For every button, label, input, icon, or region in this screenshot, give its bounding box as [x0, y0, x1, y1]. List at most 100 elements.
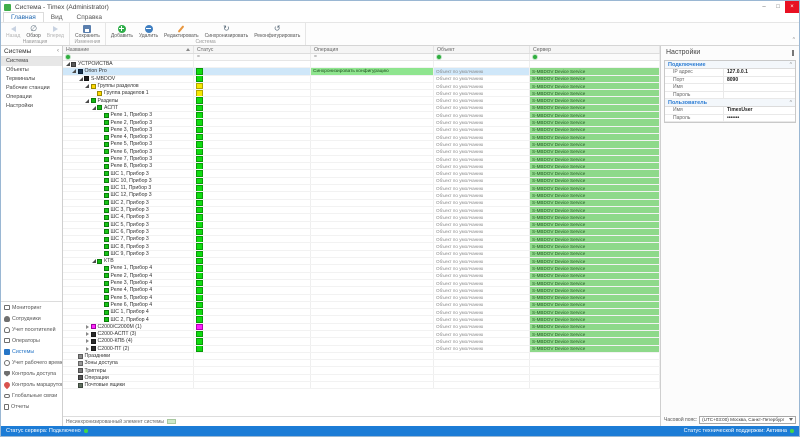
expander-expanded-icon[interactable]: [91, 106, 96, 110]
tree-row[interactable]: ШС 1, Прибор 3Объект по умолчаниюS-MBDOV…: [63, 170, 660, 177]
tree-row[interactable]: Группа разделов 1Объект по умолчаниюS-MB…: [63, 90, 660, 97]
maximize-button[interactable]: □: [771, 1, 785, 13]
column-header-Статус[interactable]: Статус: [194, 46, 311, 53]
ribbon-tab-3[interactable]: Справка: [70, 13, 110, 22]
pin-icon[interactable]: [792, 50, 794, 56]
ribbon-collapse-icon[interactable]: ^: [793, 38, 795, 43]
expander-collapsed-icon[interactable]: [85, 347, 90, 351]
settings-field-value[interactable]: [723, 84, 795, 91]
column-header-Объект[interactable]: Объект: [434, 46, 530, 53]
tree-row[interactable]: Реле 5, Прибор 4Объект по умолчаниюS-MBD…: [63, 295, 660, 302]
tree-row[interactable]: КТВОбъект по умолчаниюS-MBDOV Device Ser…: [63, 258, 660, 265]
ribbon-button[interactable]: Редактировать: [161, 24, 202, 39]
settings-field-value[interactable]: 8090: [723, 77, 795, 84]
expander-expanded-icon[interactable]: [72, 69, 77, 73]
sidebar-module-Контроль маршрутов[interactable]: Контроль маршрутов: [1, 379, 62, 390]
tree-row[interactable]: Реле 5, Прибор 3Объект по умолчаниюS-MBD…: [63, 141, 660, 148]
filter-cell-Сервер[interactable]: [530, 54, 660, 60]
expander-collapsed-icon[interactable]: [85, 325, 90, 329]
tree-row[interactable]: ШС 12, Прибор 3Объект по умолчаниюS-MBDO…: [63, 192, 660, 199]
tree-row[interactable]: ШС 9, Прибор 3Объект по умолчаниюS-MBDOV…: [63, 251, 660, 258]
tree-row[interactable]: С2000-АСПТ (3)Объект по умолчаниюS-MBDOV…: [63, 331, 660, 338]
tree-row[interactable]: ШС 10, Прибор 3Объект по умолчаниюS-MBDO…: [63, 178, 660, 185]
tree-row[interactable]: Реле 7, Прибор 3Объект по умолчаниюS-MBD…: [63, 156, 660, 163]
tree-row[interactable]: С2000-КПБ (4)Объект по умолчаниюS-MBDOV …: [63, 338, 660, 345]
expander-expanded-icon[interactable]: [65, 62, 70, 66]
ribbon-button[interactable]: ↺Реконфигурировать: [251, 24, 303, 39]
sidebar-module-Отчеты[interactable]: Отчеты: [1, 401, 62, 412]
tree-row[interactable]: ШС 11, Прибор 3Объект по умолчаниюS-MBDO…: [63, 185, 660, 192]
sidebar-module-Сотрудники[interactable]: Сотрудники: [1, 313, 62, 324]
tree-row[interactable]: РазделыОбъект по умолчаниюS-MBDOV Device…: [63, 97, 660, 104]
tree-row[interactable]: Реле 1, Прибор 4Объект по умолчаниюS-MBD…: [63, 265, 660, 272]
ribbon-button[interactable]: Сохранить: [72, 24, 103, 39]
tree-row[interactable]: Операции: [63, 375, 660, 382]
tree-row[interactable]: ШС 6, Прибор 3Объект по умолчаниюS-MBDOV…: [63, 229, 660, 236]
tree-row[interactable]: ШС 7, Прибор 3Объект по умолчаниюS-MBDOV…: [63, 236, 660, 243]
tree-row[interactable]: ШС 3, Прибор 3Объект по умолчаниюS-MBDOV…: [63, 207, 660, 214]
sidebar-module-Учет рабочего времени[interactable]: Учет рабочего времени: [1, 357, 62, 368]
tree-row[interactable]: УСТРОЙСТВА: [63, 61, 660, 68]
tree-row[interactable]: Реле 2, Прибор 4Объект по умолчаниюS-MBD…: [63, 273, 660, 280]
tree-row[interactable]: Триггеры: [63, 367, 660, 374]
filter-cell-Операция[interactable]: =: [311, 54, 434, 60]
ribbon-tab-1[interactable]: Главная: [3, 12, 44, 22]
tree-row[interactable]: ШС 4, Прибор 3Объект по умолчаниюS-MBDOV…: [63, 214, 660, 221]
tree-row[interactable]: Праздники: [63, 353, 660, 360]
tree-row[interactable]: АСПТОбъект по умолчаниюS-MBDOV Device Se…: [63, 105, 660, 112]
sidebar-module-Операторы[interactable]: Операторы: [1, 335, 62, 346]
minimize-button[interactable]: –: [757, 1, 771, 13]
expander-collapsed-icon[interactable]: [85, 339, 90, 343]
tree-row[interactable]: Реле 4, Прибор 4Объект по умолчаниюS-MBD…: [63, 287, 660, 294]
tree-row[interactable]: ШС 1, Прибор 4Объект по умолчаниюS-MBDOV…: [63, 309, 660, 316]
sidebar-module-Системы[interactable]: Системы: [1, 346, 62, 357]
settings-field-value[interactable]: 127.0.0.1: [723, 69, 795, 76]
tree-row[interactable]: С2000/С2000М (1)Объект по умолчаниюS-MBD…: [63, 324, 660, 331]
tree-row[interactable]: Группы разделовОбъект по умолчаниюS-MBDO…: [63, 83, 660, 90]
sidebar-item-Операции[interactable]: Операции: [1, 93, 62, 102]
tree-row[interactable]: Реле 8, Прибор 3Объект по умолчаниюS-MBD…: [63, 163, 660, 170]
ribbon-button[interactable]: Добавить: [108, 24, 136, 39]
tree-row[interactable]: Реле 3, Прибор 3Объект по умолчаниюS-MBD…: [63, 127, 660, 134]
ribbon-button[interactable]: Удалить: [136, 24, 161, 39]
sidebar-module-Мониторинг[interactable]: Мониторинг: [1, 302, 62, 313]
section-collapse-icon[interactable]: ^: [790, 100, 792, 106]
settings-field-value[interactable]: [723, 92, 795, 99]
tree-row[interactable]: ШС 2, Прибор 3Объект по умолчаниюS-MBDOV…: [63, 200, 660, 207]
expander-expanded-icon[interactable]: [85, 84, 90, 88]
tree-row[interactable]: Реле 3, Прибор 4Объект по умолчаниюS-MBD…: [63, 280, 660, 287]
tree-row[interactable]: ШС 2, Прибор 4Объект по умолчаниюS-MBDOV…: [63, 316, 660, 323]
filter-cell-Статус[interactable]: =: [194, 54, 311, 60]
column-header-Название[interactable]: Название: [63, 46, 194, 53]
close-button[interactable]: ×: [785, 1, 799, 13]
tree-row[interactable]: Почтовые ящики: [63, 382, 660, 389]
sidebar-collapse-icon[interactable]: ‹: [57, 48, 59, 54]
expander-expanded-icon[interactable]: [78, 77, 83, 81]
filter-cell-Название[interactable]: [63, 54, 194, 60]
settings-field-value[interactable]: •••••••: [723, 115, 795, 122]
expander-expanded-icon[interactable]: [85, 99, 90, 103]
filter-cell-Объект[interactable]: [434, 54, 530, 60]
section-collapse-icon[interactable]: ^: [790, 62, 792, 68]
ribbon-button[interactable]: Вперед: [44, 24, 67, 39]
ribbon-button[interactable]: ↻Синхронизировать: [202, 24, 252, 39]
tree-row[interactable]: Orion ProСинхронизировать конфигурациюОб…: [63, 68, 660, 75]
expander-expanded-icon[interactable]: [91, 259, 96, 263]
tree-row[interactable]: С2000-ПТ (2)Объект по умолчаниюS-MBDOV D…: [63, 346, 660, 353]
sidebar-module-Учет посетителей[interactable]: Учет посетителей: [1, 324, 62, 335]
tree-row[interactable]: Зоны доступа: [63, 360, 660, 367]
ribbon-button[interactable]: ∅Обзор: [23, 24, 43, 39]
tree-row[interactable]: ШС 8, Прибор 3Объект по умолчаниюS-MBDOV…: [63, 243, 660, 250]
tree-row[interactable]: S-MBDOVОбъект по умолчаниюS-MBDOV Device…: [63, 76, 660, 83]
tree-row[interactable]: Реле 4, Прибор 3Объект по умолчаниюS-MBD…: [63, 134, 660, 141]
tree-row[interactable]: Реле 2, Прибор 3Объект по умолчаниюS-MBD…: [63, 119, 660, 126]
timezone-select[interactable]: (UTC+03:00) Москва, Санкт-Петербург: [699, 416, 796, 424]
sidebar-module-Глобальные связи[interactable]: Глобальные связи: [1, 390, 62, 401]
tree-row[interactable]: Реле 6, Прибор 4Объект по умолчаниюS-MBD…: [63, 302, 660, 309]
tree-row[interactable]: ШС 5, Прибор 3Объект по умолчаниюS-MBDOV…: [63, 222, 660, 229]
expander-collapsed-icon[interactable]: [85, 332, 90, 336]
sidebar-item-Система[interactable]: Система: [1, 57, 62, 66]
ribbon-tab-2[interactable]: Вид: [44, 13, 70, 22]
ribbon-button[interactable]: Назад: [3, 24, 23, 39]
sidebar-module-Контроль доступа[interactable]: Контроль доступа: [1, 368, 62, 379]
